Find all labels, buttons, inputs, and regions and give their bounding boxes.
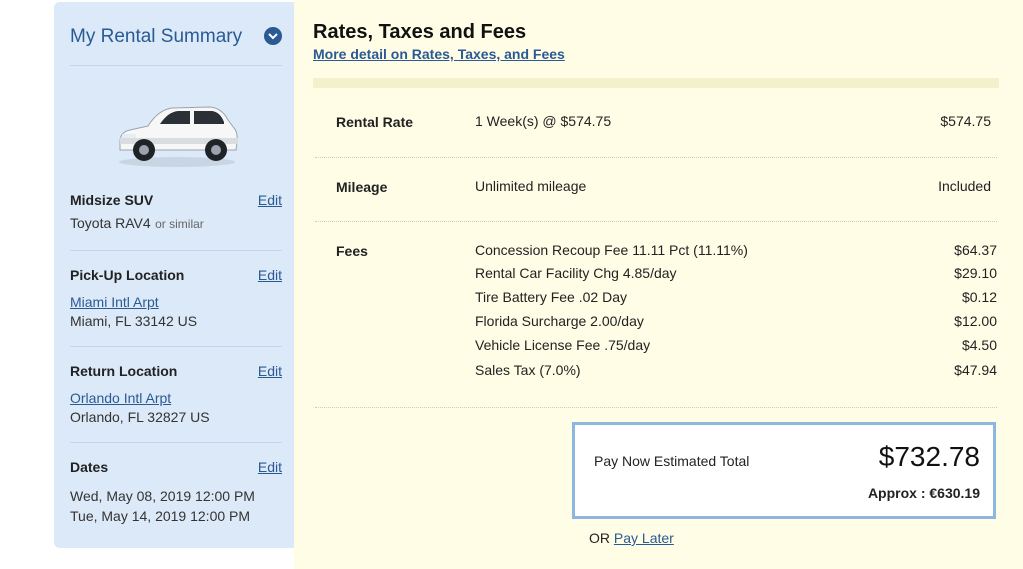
mileage-desc: Unlimited mileage [475, 178, 587, 194]
fee-desc: Florida Surcharge 2.00/day [475, 313, 644, 329]
car-section: Midsize SUV Edit Toyota RAV4 or similar [70, 192, 282, 250]
total-approx: Approx : €630.19 [867, 485, 980, 501]
pay-later-line: OR Pay Later [589, 530, 674, 546]
car-image [119, 106, 238, 167]
fee-amount: $12.00 [954, 313, 997, 329]
fee-line: Concession Recoup Fee 11.11 Pct (11.11%)… [475, 242, 997, 262]
fee-desc: Rental Car Facility Chg 4.85/day [475, 265, 677, 281]
return-section: Return Location Edit Orlando Intl Arpt O… [70, 346, 282, 442]
rental-rate-label: Rental Rate [336, 114, 414, 130]
dates-label: Dates [70, 459, 109, 475]
total-label: Pay Now Estimated Total [594, 453, 750, 469]
page-title: Rates, Taxes and Fees [313, 21, 527, 43]
fee-line: Vehicle License Fee .75/day $4.50 [475, 337, 997, 357]
total-amount: $732.78 [878, 441, 980, 472]
fee-amount: $29.10 [954, 265, 997, 281]
fee-desc: Tire Battery Fee .02 Day [475, 289, 627, 305]
pay-later-link[interactable]: Pay Later [614, 530, 674, 546]
edit-return-link[interactable]: Edit [258, 363, 282, 379]
mileage-amount: Included [938, 178, 991, 194]
rental-summary-sidebar: My Rental Summary Midsize SUV Edit Toyot… [54, 2, 298, 548]
rates-panel: Rates, Taxes and Fees More detail on Rat… [294, 0, 1023, 569]
fee-line: Rental Car Facility Chg 4.85/day $29.10 [475, 265, 997, 285]
pickup-address: Miami, FL 33142 US [70, 313, 198, 329]
edit-dates-link[interactable]: Edit [258, 459, 282, 475]
edit-car-link[interactable]: Edit [258, 192, 282, 208]
car-model: Toyota RAV4 [70, 215, 151, 231]
pickup-section: Pick-Up Location Edit Miami Intl Arpt Mi… [70, 250, 282, 346]
fee-desc: Vehicle License Fee .75/day [475, 337, 651, 353]
fee-amount: $47.94 [954, 362, 997, 378]
or-text: OR [589, 530, 610, 546]
rental-rate-amount: $574.75 [940, 113, 991, 129]
end-date: Tue, May 14, 2019 12:00 PM [70, 508, 251, 524]
return-address: Orlando, FL 32827 US [70, 409, 210, 425]
fee-amount: $64.37 [954, 242, 997, 258]
fee-line: Sales Tax (7.0%) $47.94 [475, 362, 997, 382]
fees-row: Fees Concession Recoup Fee 11.11 Pct (11… [315, 222, 997, 408]
fees-label: Fees [336, 243, 368, 259]
fee-amount: $4.50 [961, 337, 997, 353]
fee-desc: Concession Recoup Fee 11.11 Pct (11.11%) [475, 242, 748, 258]
mileage-row: Mileage Unlimited mileage Included [315, 158, 997, 222]
rental-rate-desc: 1 Week(s) @ $574.75 [475, 113, 612, 129]
fee-line: Florida Surcharge 2.00/day $12.00 [475, 313, 997, 333]
dates-section: Dates Edit Wed, May 08, 2019 12:00 PM Tu… [70, 442, 282, 538]
summary-title: My Rental Summary [70, 26, 243, 47]
more-detail-link[interactable]: More detail on Rates, Taxes, and Fees [313, 46, 565, 62]
car-class: Midsize SUV [70, 192, 154, 208]
fee-desc: Sales Tax (7.0%) [475, 362, 581, 378]
rental-rate-row: Rental Rate 1 Week(s) @ $574.75 $574.75 [315, 92, 997, 158]
fee-amount: $0.12 [961, 289, 997, 305]
start-date: Wed, May 08, 2019 12:00 PM [70, 488, 255, 504]
summary-header[interactable]: My Rental Summary [70, 24, 282, 66]
pickup-location-link[interactable]: Miami Intl Arpt [70, 294, 159, 310]
return-location-link[interactable]: Orlando Intl Arpt [70, 390, 171, 406]
car-similar: or similar [155, 217, 204, 231]
pickup-label: Pick-Up Location [70, 267, 185, 283]
estimated-total-box: Pay Now Estimated Total $732.78 Approx :… [572, 422, 996, 519]
divider-band [313, 78, 999, 88]
return-label: Return Location [70, 363, 178, 379]
mileage-label: Mileage [336, 179, 388, 195]
chevron-down-icon[interactable] [264, 27, 282, 45]
fee-line: Tire Battery Fee .02 Day $0.12 [475, 289, 997, 309]
edit-pickup-link[interactable]: Edit [258, 267, 282, 283]
